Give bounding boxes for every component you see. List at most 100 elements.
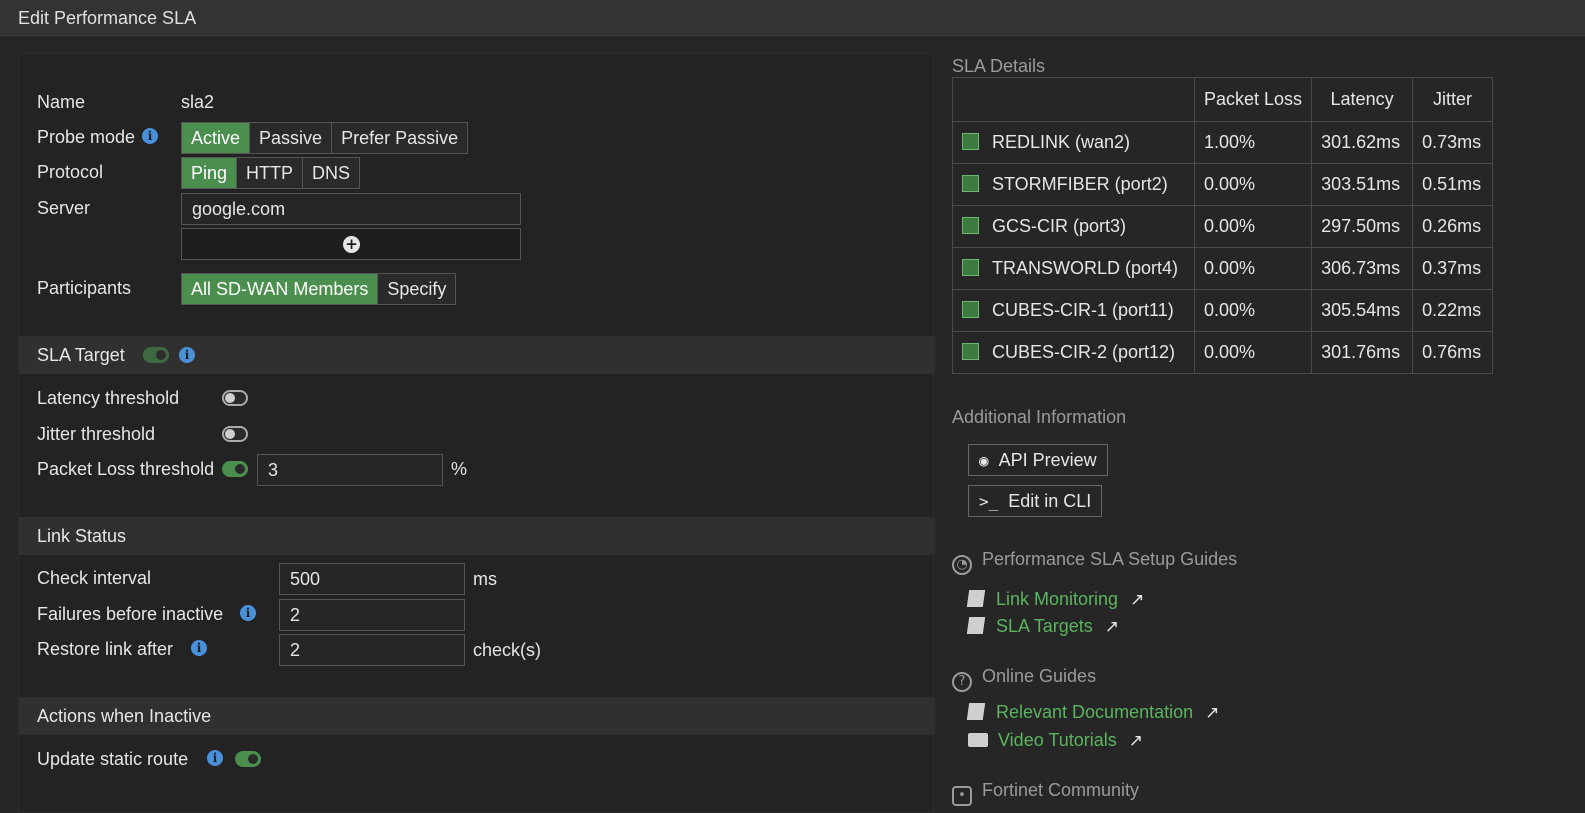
probe-mode-label: Probe mode — [37, 127, 136, 147]
interface-name: CUBES-CIR-2 (port12) — [992, 342, 1176, 362]
book-icon — [966, 617, 986, 634]
sla-target-section-header: SLA Target i — [19, 336, 935, 374]
external-link-icon: ↗ — [1130, 590, 1145, 610]
participants-all-members[interactable]: All SD-WAN Members — [182, 274, 378, 304]
interface-icon — [962, 342, 979, 360]
setup-guides-header: ◔ Performance SLA Setup Guides — [952, 549, 1237, 575]
table-header-row: Packet Loss Latency Jitter — [952, 77, 1494, 122]
interface-icon — [962, 174, 979, 192]
restore-link-after-input[interactable]: 2 — [279, 634, 465, 666]
eye-icon: ◉ — [979, 451, 989, 470]
add-server-button[interactable]: + — [181, 228, 521, 260]
sla-details-table: Packet Loss Latency Jitter REDLINK (wan2… — [952, 77, 1494, 374]
jitter-threshold-toggle[interactable] — [222, 426, 248, 442]
external-link-icon: ↗ — [1104, 617, 1119, 637]
sla-target-toggle[interactable] — [143, 347, 169, 363]
protocol-dns[interactable]: DNS — [302, 158, 359, 188]
failures-before-inactive-input[interactable]: 2 — [279, 599, 465, 631]
window-title: Edit Performance SLA — [18, 8, 197, 28]
packet-loss-cell: 0.00% — [1193, 163, 1313, 206]
interface-cell: REDLINK (wan2) — [952, 121, 1195, 164]
latency-cell: 301.62ms — [1311, 121, 1414, 164]
restore-link-after-label: Restore link after — [37, 639, 174, 659]
latency-threshold-toggle[interactable] — [222, 390, 248, 406]
link-status-title: Link Status — [37, 526, 127, 546]
book-icon — [966, 590, 986, 607]
restore-link-unit: check(s) — [473, 640, 542, 660]
sla-targets-link[interactable]: SLA Targets ↗ — [966, 616, 1119, 637]
probe-mode-passive[interactable]: Passive — [249, 123, 331, 153]
interface-icon — [962, 216, 979, 234]
link-status-section-header: Link Status — [19, 517, 935, 555]
packet-loss-threshold-toggle[interactable] — [222, 461, 248, 477]
column-header-latency: Latency — [1311, 77, 1414, 122]
external-link-icon: ↗ — [1205, 703, 1220, 723]
actions-section-header: Actions when Inactive — [19, 697, 935, 735]
setup-guides-title: Performance SLA Setup Guides — [982, 549, 1238, 569]
interface-icon — [962, 300, 979, 318]
interface-name: CUBES-CIR-1 (port11) — [992, 300, 1174, 320]
sla-target-title: SLA Target — [37, 345, 125, 365]
packet-loss-cell: 0.00% — [1193, 247, 1313, 290]
info-icon[interactable]: i — [207, 750, 223, 766]
probe-mode-active[interactable]: Active — [182, 123, 250, 153]
api-preview-label: API Preview — [998, 450, 1097, 470]
table-row: REDLINK (wan2) 1.00% 301.62ms 0.73ms — [952, 121, 1494, 164]
protocol-ping[interactable]: Ping — [182, 158, 237, 188]
check-interval-unit: ms — [473, 569, 497, 589]
video-tutorials-link[interactable]: Video Tutorials ↗ — [968, 730, 1143, 751]
latency-cell: 303.51ms — [1311, 163, 1414, 206]
jitter-cell: 0.51ms — [1412, 163, 1494, 206]
latency-cell: 306.73ms — [1311, 247, 1414, 290]
table-row: TRANSWORLD (port4) 0.00% 306.73ms 0.37ms — [952, 247, 1494, 290]
latency-cell: 305.54ms — [1311, 289, 1414, 332]
comments-icon: • — [952, 786, 972, 806]
interface-icon — [962, 258, 979, 276]
info-icon[interactable]: i — [240, 605, 256, 621]
edit-in-cli-label: Edit in CLI — [1008, 491, 1092, 511]
packet-loss-cell: 1.00% — [1193, 121, 1313, 164]
latency-cell: 301.76ms — [1311, 331, 1414, 374]
info-icon[interactable]: i — [142, 128, 158, 144]
latency-threshold-label: Latency threshold — [37, 388, 180, 408]
info-icon[interactable]: i — [191, 640, 207, 656]
server-input[interactable]: google.com — [181, 193, 521, 225]
protocol-http[interactable]: HTTP — [236, 158, 302, 188]
protocol-selector: Ping HTTP DNS — [181, 157, 361, 189]
video-icon — [968, 733, 988, 747]
community-title: Fortinet Community — [982, 780, 1140, 800]
sla-edit-form: Name sla2 Probe mode i Active Passive Pr… — [18, 53, 935, 813]
participants-label: Participants — [37, 278, 132, 298]
packet-loss-cell: 0.00% — [1193, 205, 1313, 248]
jitter-threshold-label: Jitter threshold — [37, 424, 156, 444]
table-row: GCS-CIR (port3) 0.00% 297.50ms 0.26ms — [952, 205, 1494, 248]
table-row: STORMFIBER (port2) 0.00% 303.51ms 0.51ms — [952, 163, 1494, 206]
table-row: CUBES-CIR-1 (port11) 0.00% 305.54ms 0.22… — [952, 289, 1494, 332]
table-row: CUBES-CIR-2 (port12) 0.00% 301.76ms 0.76… — [952, 331, 1494, 374]
api-preview-button[interactable]: ◉ API Preview — [968, 444, 1108, 476]
terminal-icon: >_ — [979, 492, 999, 511]
update-static-route-toggle[interactable] — [235, 751, 261, 767]
link-monitoring-label: Link Monitoring — [996, 589, 1119, 609]
packet-loss-threshold-label: Packet Loss threshold — [37, 459, 215, 479]
jitter-cell: 0.26ms — [1412, 205, 1494, 248]
failures-before-inactive-label: Failures before inactive — [37, 604, 224, 624]
sla-targets-label: SLA Targets — [996, 616, 1093, 636]
edit-in-cli-button[interactable]: >_ Edit in CLI — [968, 485, 1103, 517]
check-interval-input[interactable]: 500 — [279, 563, 465, 595]
participants-selector: All SD-WAN Members Specify — [181, 273, 457, 305]
interface-name: STORMFIBER (port2) — [992, 174, 1168, 194]
interface-cell: GCS-CIR (port3) — [952, 205, 1195, 248]
probe-mode-prefer-passive[interactable]: Prefer Passive — [331, 123, 467, 153]
interface-name: GCS-CIR (port3) — [992, 216, 1127, 236]
server-label: Server — [37, 198, 91, 218]
packet-loss-input[interactable]: 3 — [257, 454, 443, 486]
relevant-documentation-link[interactable]: Relevant Documentation ↗ — [966, 702, 1220, 723]
protocol-label: Protocol — [37, 162, 104, 182]
update-static-route-label: Update static route — [37, 749, 189, 769]
participants-specify[interactable]: Specify — [377, 274, 455, 304]
info-icon[interactable]: i — [179, 347, 195, 363]
jitter-cell: 0.22ms — [1412, 289, 1494, 332]
link-monitoring-link[interactable]: Link Monitoring ↗ — [966, 589, 1145, 610]
jitter-cell: 0.76ms — [1412, 331, 1494, 374]
